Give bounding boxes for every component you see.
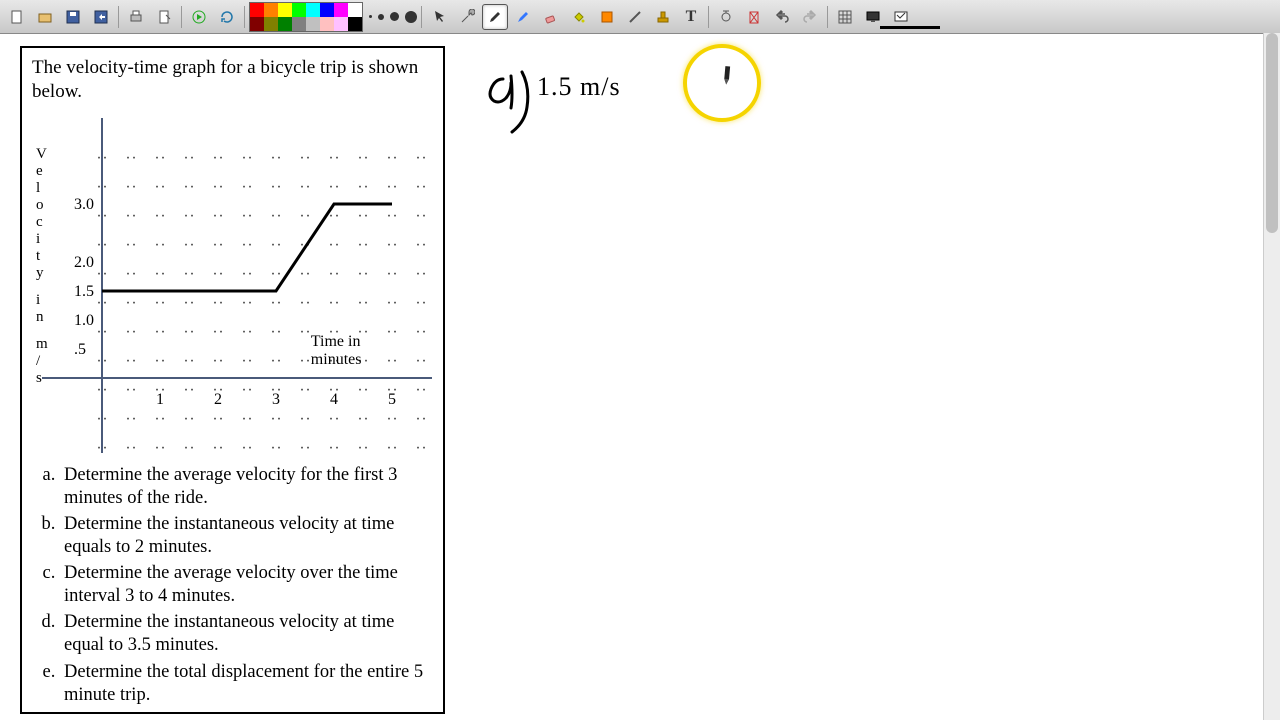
swatch-10[interactable] bbox=[278, 17, 292, 31]
swatch-1[interactable] bbox=[264, 3, 278, 17]
svg-text:1.5: 1.5 bbox=[74, 283, 94, 300]
swatch-11[interactable] bbox=[292, 17, 306, 31]
linewidth-1[interactable] bbox=[369, 15, 372, 18]
svg-text:1.0: 1.0 bbox=[74, 312, 94, 329]
content-area: The velocity-time graph for a bicycle tr… bbox=[0, 34, 1280, 720]
velocity-time-chart: .51.01.52.03.012345Velocityinm/sTime inm… bbox=[32, 108, 437, 458]
separator bbox=[708, 6, 709, 28]
color-palette[interactable] bbox=[249, 2, 363, 32]
svg-text:/: / bbox=[36, 353, 41, 369]
svg-text:3: 3 bbox=[272, 391, 280, 408]
undo-icon[interactable] bbox=[769, 4, 795, 30]
linewidth-3[interactable] bbox=[390, 12, 399, 21]
svg-text:e: e bbox=[36, 163, 43, 179]
fill-icon[interactable] bbox=[566, 4, 592, 30]
scrollbar-thumb[interactable] bbox=[1266, 33, 1278, 233]
swatch-8[interactable] bbox=[250, 17, 264, 31]
svg-text:V: V bbox=[36, 146, 47, 162]
swatch-3[interactable] bbox=[292, 3, 306, 17]
page-icon[interactable] bbox=[151, 4, 177, 30]
linewidth-4[interactable] bbox=[405, 11, 417, 23]
toolbar: T bbox=[0, 0, 1280, 34]
svg-text:4: 4 bbox=[330, 391, 338, 408]
question-d: Determine the instantaneous velocity at … bbox=[60, 611, 433, 657]
svg-text:5: 5 bbox=[388, 391, 396, 408]
svg-text:i: i bbox=[36, 292, 40, 308]
redo-icon[interactable] bbox=[797, 4, 823, 30]
problem-panel: The velocity-time graph for a bicycle tr… bbox=[20, 46, 445, 714]
stamp-icon[interactable] bbox=[650, 4, 676, 30]
whiteboard-canvas[interactable]: 1.5 m/s bbox=[445, 34, 1280, 720]
swatch-4[interactable] bbox=[306, 3, 320, 17]
svg-text:2.0: 2.0 bbox=[74, 254, 94, 271]
question-list: Determine the average velocity for the f… bbox=[32, 464, 433, 707]
line-width-picker[interactable] bbox=[369, 11, 417, 23]
vertical-scrollbar[interactable] bbox=[1263, 33, 1280, 720]
highlighter-icon[interactable] bbox=[510, 4, 536, 30]
question-b: Determine the instantaneous velocity at … bbox=[60, 513, 433, 559]
play-icon[interactable] bbox=[186, 4, 212, 30]
svg-text:c: c bbox=[36, 214, 43, 230]
swatch-5[interactable] bbox=[320, 3, 334, 17]
svg-text:3.0: 3.0 bbox=[74, 196, 94, 213]
swatch-0[interactable] bbox=[250, 3, 264, 17]
pointer-icon[interactable] bbox=[426, 4, 452, 30]
line-icon[interactable] bbox=[622, 4, 648, 30]
open-icon[interactable] bbox=[32, 4, 58, 30]
svg-text:m: m bbox=[36, 336, 48, 352]
problem-title: The velocity-time graph for a bicycle tr… bbox=[32, 56, 433, 104]
separator bbox=[244, 6, 245, 28]
swatch-9[interactable] bbox=[264, 17, 278, 31]
separator bbox=[827, 6, 828, 28]
print-icon[interactable] bbox=[123, 4, 149, 30]
swatch-12[interactable] bbox=[306, 17, 320, 31]
svg-text:1: 1 bbox=[156, 391, 164, 408]
swatch-2[interactable] bbox=[278, 3, 292, 17]
svg-text:n: n bbox=[36, 309, 44, 325]
svg-text:Time in: Time in bbox=[311, 333, 361, 350]
separator bbox=[118, 6, 119, 28]
top-black-mark bbox=[880, 26, 940, 29]
swatch-15[interactable] bbox=[348, 17, 362, 31]
refresh-icon[interactable] bbox=[214, 4, 240, 30]
svg-text:l: l bbox=[36, 180, 40, 196]
grid-icon[interactable] bbox=[832, 4, 858, 30]
separator bbox=[181, 6, 182, 28]
handwriting-answer-a: 1.5 m/s bbox=[537, 72, 621, 102]
linewidth-2[interactable] bbox=[378, 14, 384, 20]
svg-text:2: 2 bbox=[214, 391, 222, 408]
new-page-icon[interactable] bbox=[4, 4, 30, 30]
save-icon[interactable] bbox=[60, 4, 86, 30]
svg-text:minutes: minutes bbox=[311, 351, 362, 368]
eraser-icon[interactable] bbox=[538, 4, 564, 30]
tools-icon[interactable] bbox=[454, 4, 480, 30]
svg-text:t: t bbox=[36, 248, 41, 264]
svg-text:y: y bbox=[36, 265, 44, 281]
shape-icon[interactable] bbox=[594, 4, 620, 30]
text-icon[interactable]: T bbox=[678, 4, 704, 30]
svg-text:o: o bbox=[36, 197, 44, 213]
clear-icon[interactable] bbox=[741, 4, 767, 30]
swatch-13[interactable] bbox=[320, 17, 334, 31]
swatch-14[interactable] bbox=[334, 17, 348, 31]
question-e: Determine the total displacement for the… bbox=[60, 661, 433, 707]
svg-text:i: i bbox=[36, 231, 40, 247]
handwriting-a-label bbox=[475, 64, 535, 144]
svg-text:.5: .5 bbox=[74, 341, 86, 358]
pen-icon[interactable] bbox=[482, 4, 508, 30]
swatch-7[interactable] bbox=[348, 3, 362, 17]
timer-icon[interactable] bbox=[713, 4, 739, 30]
swatch-6[interactable] bbox=[334, 3, 348, 17]
separator bbox=[421, 6, 422, 28]
question-c: Determine the average velocity over the … bbox=[60, 562, 433, 608]
svg-text:s: s bbox=[36, 370, 42, 386]
question-a: Determine the average velocity for the f… bbox=[60, 464, 433, 510]
export-icon[interactable] bbox=[88, 4, 114, 30]
